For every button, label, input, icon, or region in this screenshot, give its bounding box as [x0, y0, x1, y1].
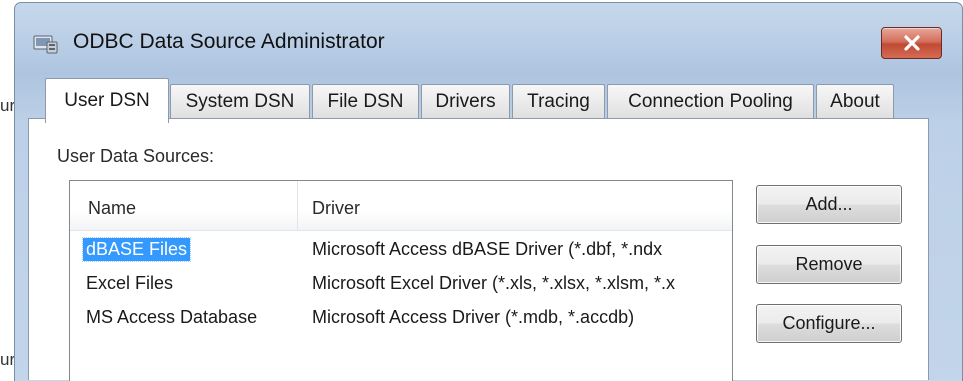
tab-file-dsn[interactable]: File DSN	[312, 84, 419, 119]
row-name: dBASE Files	[81, 237, 192, 262]
close-button[interactable]	[881, 27, 942, 59]
row-name: MS Access Database	[86, 307, 258, 327]
column-header-name[interactable]: Name	[88, 198, 136, 219]
background-text-fragment: ur	[0, 96, 16, 115]
list-header: Name Driver	[70, 181, 732, 231]
row-driver: Microsoft Access Driver (*.mdb, *.accdb)	[312, 307, 635, 327]
list-row-dbase-files[interactable]: dBASE Files Microsoft Access dBASE Drive…	[70, 235, 732, 269]
remove-button[interactable]: Remove	[756, 245, 902, 284]
title-bar[interactable]: ODBC Data Source Administrator	[15, 3, 962, 75]
column-divider[interactable]	[297, 181, 298, 231]
tab-system-dsn[interactable]: System DSN	[170, 84, 310, 119]
column-header-driver[interactable]: Driver	[312, 198, 360, 219]
add-button[interactable]: Add...	[756, 185, 902, 224]
tab-drivers[interactable]: Drivers	[421, 84, 510, 119]
close-x-icon	[902, 35, 922, 51]
tab-about[interactable]: About	[816, 84, 894, 119]
user-data-sources-label: User Data Sources:	[57, 146, 215, 166]
background-text-fragment: ur	[0, 350, 16, 369]
data-sources-list[interactable]: Name Driver dBASE Files Microsoft Access…	[69, 180, 733, 381]
row-driver: Microsoft Access dBASE Driver (*.dbf, *.…	[312, 239, 663, 259]
window-title: ODBC Data Source Administrator	[73, 30, 385, 53]
row-name: Excel Files	[86, 273, 174, 293]
tab-connection-pooling[interactable]: Connection Pooling	[607, 84, 814, 119]
configure-button[interactable]: Configure...	[756, 304, 902, 343]
tab-user-dsn[interactable]: User DSN	[45, 78, 169, 123]
list-row-excel-files[interactable]: Excel Files Microsoft Excel Driver (*.xl…	[70, 269, 732, 303]
row-driver: Microsoft Excel Driver (*.xls, *.xlsx, *…	[312, 273, 676, 293]
odbc-admin-icon	[33, 32, 59, 54]
tab-tracing[interactable]: Tracing	[512, 84, 605, 119]
list-row-ms-access-database[interactable]: MS Access Database Microsoft Access Driv…	[70, 303, 732, 337]
